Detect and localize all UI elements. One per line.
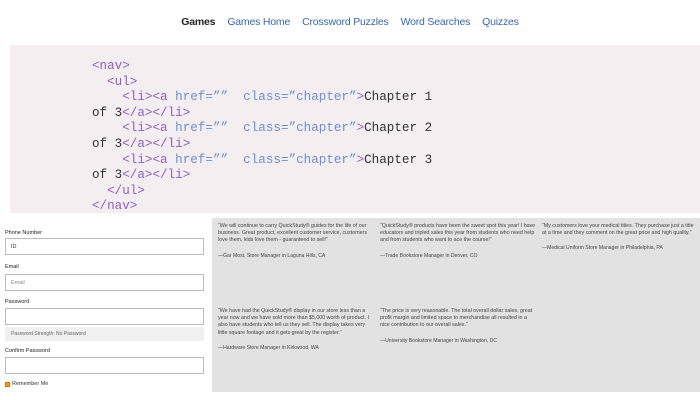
remember-label: Remember Me: [12, 381, 49, 387]
code-token: <ul>: [107, 74, 138, 89]
code-line: <nav>: [92, 59, 700, 75]
code-token: class=: [235, 90, 289, 105]
code-token: ””: [212, 121, 236, 136]
testimonial-3: “My customers love your medical titles. …: [542, 223, 698, 253]
code-token: ”chapter”: [288, 152, 357, 167]
code-token: >: [356, 90, 365, 105]
testimonial-1: “We will continue to carry QuickStudy® g…: [218, 223, 374, 260]
phone-label: Phone Number: [5, 230, 42, 236]
nav-games-home[interactable]: Games Home: [227, 16, 290, 28]
testimonial-2: “QuickStudy® products have been the swee…: [380, 223, 536, 260]
testimonial-author: —University Bookstore Manager in Washing…: [380, 337, 498, 344]
code-token: of 3: [92, 136, 123, 151]
code-token: Chapter 1: [364, 90, 433, 105]
code-token: <li><a: [122, 90, 176, 105]
code-token: >: [356, 152, 365, 167]
testimonial-author: —Medical Uniform Store Manager in Philad…: [542, 245, 663, 252]
code-token: ”chapter”: [288, 121, 357, 136]
code-token: </a></li>: [122, 168, 191, 183]
remember-checkbox[interactable]: [5, 381, 10, 387]
testimonial-5: “The price is very reasonable. The total…: [380, 308, 536, 345]
code-token: ””: [212, 152, 236, 167]
code-token: </a></li>: [122, 105, 191, 120]
testimonial-author: —Gar Most, Store Manager in Laguna Hills…: [218, 252, 326, 259]
testimonial-4: “We have had the QuickStudy® display in …: [218, 308, 374, 352]
testimonials: “We will continue to carry QuickStudy® g…: [212, 218, 700, 392]
testimonial-quote: “QuickStudy® products have been the swee…: [380, 223, 536, 244]
testimonial-author: —Hardware Store Manager in Kirkwood, WA: [218, 344, 319, 351]
code-token: </nav>: [92, 199, 138, 214]
confirm-password-label: Confirm Password: [5, 348, 50, 354]
code-sample: <nav> <ul> <li><a href=”” class=”chapter…: [10, 45, 700, 215]
nav-word-searches[interactable]: Word Searches: [401, 16, 471, 28]
code-line: <li><a href=”” class=”chapter”>Chapter 2: [92, 121, 700, 137]
nav-games[interactable]: Games: [181, 16, 215, 28]
code-sample-block: <nav> <ul> <li><a href=”” class=”chapter…: [10, 45, 700, 213]
testimonial-quote: “We will continue to carry QuickStudy® g…: [218, 223, 367, 244]
testimonial-quote: “My customers love your medical titles. …: [542, 223, 694, 237]
password-strength: Password Strength: No Password: [5, 327, 204, 341]
password-input[interactable]: [5, 308, 204, 325]
password-label: Password: [5, 299, 30, 305]
code-line: </nav>: [92, 199, 700, 215]
code-line: of 3</a></li>: [92, 168, 700, 184]
code-token: <li><a: [122, 152, 176, 167]
code-line: <li><a href=”” class=”chapter”>Chapter 3: [92, 153, 700, 169]
email-label: Email: [5, 264, 19, 270]
code-line: <ul>: [92, 75, 700, 91]
code-line: of 3</a></li>: [92, 137, 700, 153]
top-nav: Games Games Home Crossword Puzzles Word …: [0, 0, 700, 44]
code-token: href=: [175, 121, 213, 136]
nav-crossword-puzzles[interactable]: Crossword Puzzles: [302, 16, 389, 28]
code-line: of 3</a></li>: [92, 106, 700, 122]
phone-input[interactable]: ID: [5, 238, 204, 255]
code-token: href=: [175, 90, 213, 105]
testimonial-quote: “The price is very reasonable. The total…: [380, 308, 533, 329]
signup-form: Phone Number ID Email Email Password Pas…: [0, 224, 208, 400]
code-token: Chapter 3: [364, 152, 433, 167]
code-token: ”chapter”: [288, 90, 357, 105]
code-token: href=: [175, 152, 213, 167]
code-token: of 3: [92, 168, 123, 183]
email-input[interactable]: Email: [5, 274, 204, 291]
code-token: of 3: [92, 105, 123, 120]
testimonial-quote: “We have had the QuickStudy® display in …: [218, 308, 370, 336]
nav-quizzes[interactable]: Quizzes: [482, 16, 519, 28]
code-line: <li><a href=”” class=”chapter”>Chapter 1: [92, 90, 700, 106]
testimonial-author: —Trade Bookstore Manager in Denver, CO: [380, 252, 478, 259]
code-line: </ul>: [92, 184, 700, 200]
remember-me[interactable]: Remember Me: [5, 381, 48, 387]
confirm-password-input[interactable]: [5, 357, 204, 374]
code-token: Chapter 2: [364, 121, 433, 136]
code-token: <nav>: [92, 59, 130, 73]
code-token: </a></li>: [122, 136, 191, 151]
code-token: <li><a: [122, 121, 176, 136]
code-token: </ul>: [107, 183, 145, 198]
code-token: class=: [235, 152, 289, 167]
code-token: >: [356, 121, 365, 136]
code-token: class=: [235, 121, 289, 136]
code-token: ””: [212, 90, 236, 105]
